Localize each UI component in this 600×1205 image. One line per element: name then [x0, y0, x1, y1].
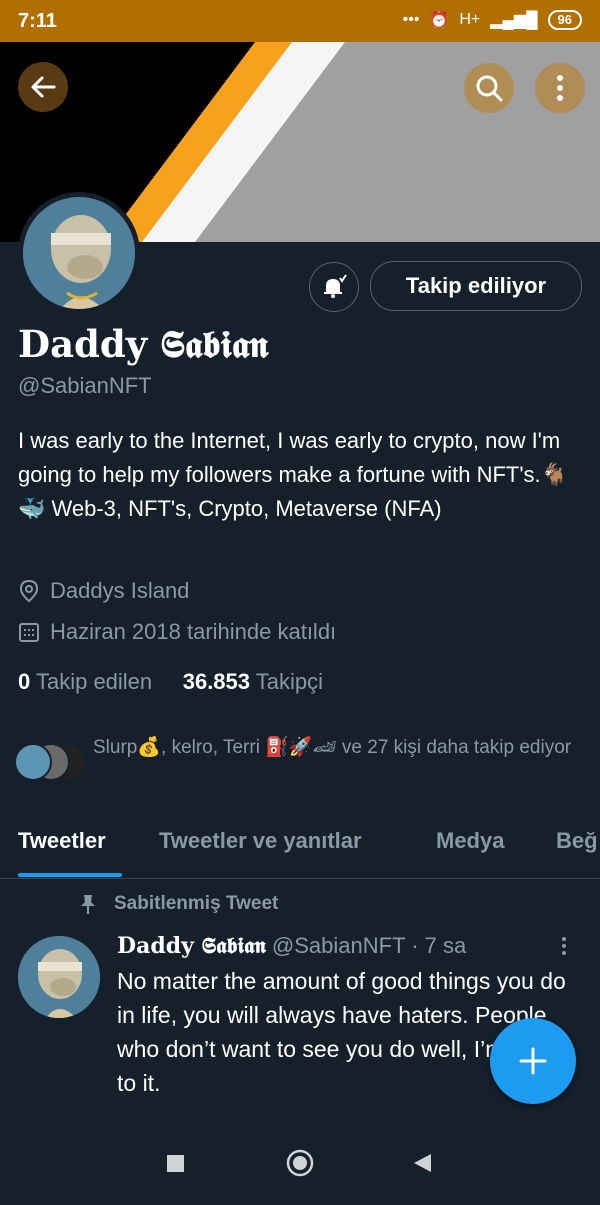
- followers-link[interactable]: 36.853 Takipçi: [183, 669, 323, 694]
- following-label: Takip edilen: [35, 669, 153, 694]
- profile-bio: I was early to the Internet, I was early…: [18, 428, 569, 521]
- following-link[interactable]: 0 Takip edilen: [18, 669, 152, 694]
- followers-count: 36.853: [182, 669, 251, 694]
- profile-location: Daddys Island: [50, 578, 190, 603]
- follow-stats: 0 Takip edilen 36.853 Takipçi: [18, 669, 323, 695]
- profile-display-name: Daddy 𝕾𝖆𝖇𝖎𝖆𝖓: [18, 322, 269, 366]
- profile-handle: @SabianNFT: [18, 373, 152, 398]
- compose-tweet-button[interactable]: [490, 1018, 576, 1104]
- profile-tabs: Tweetler Tweetler ve yanıtlar Medya Beğ: [0, 818, 600, 879]
- tweet-more-button[interactable]: [561, 936, 567, 962]
- tweet-avatar[interactable]: [18, 936, 100, 1018]
- followers-label: Takipçi: [255, 669, 323, 694]
- tab-media[interactable]: Medya: [436, 828, 504, 854]
- location-pin-icon: [19, 579, 39, 603]
- pinned-text: Sabitlenmiş Tweet: [114, 893, 279, 914]
- follower-avatar-1: [14, 743, 52, 781]
- calendar-icon: [19, 623, 39, 642]
- pinned-tweet-label: Sabitlenmiş Tweet: [78, 893, 278, 915]
- nav-square-icon[interactable]: [167, 1155, 184, 1172]
- status-dots: •••: [402, 11, 420, 28]
- alarm-icon: ⏰: [429, 12, 450, 29]
- following-button[interactable]: Takip ediliyor: [370, 261, 582, 311]
- status-icons: ••• ⏰ H+ ▂▄▆█ 96: [403, 10, 582, 30]
- more-vertical-icon: [562, 937, 566, 955]
- network-label: H+: [459, 11, 481, 28]
- more-options-button[interactable]: [535, 63, 585, 113]
- battery-icon: 96: [547, 10, 582, 30]
- profile-joined-date: Haziran 2018 tarihinde katıldı: [50, 619, 337, 644]
- status-bar: 7:11 ••• ⏰ H+ ▂▄▆█ 96: [0, 0, 600, 42]
- notification-bell-button[interactable]: [309, 262, 359, 312]
- ape-avatar-image: [23, 197, 135, 309]
- pin-icon: [81, 895, 95, 914]
- search-icon: [476, 75, 503, 102]
- profile-avatar[interactable]: [18, 192, 140, 314]
- tweet-time: · 7 sa: [411, 933, 467, 958]
- status-time: 7:11: [18, 10, 57, 32]
- tab-tweets[interactable]: Tweetler: [18, 828, 106, 854]
- search-button[interactable]: [464, 63, 514, 113]
- tweet-header: Daddy 𝕾𝖆𝖇𝖎𝖆𝖓 @SabianNFT · 7 sa: [117, 933, 466, 959]
- nav-back-triangle-icon[interactable]: [414, 1154, 431, 1172]
- notification-bell-icon: [324, 274, 347, 298]
- back-arrow-icon: [31, 76, 56, 98]
- ape-avatar-image: [18, 936, 100, 1018]
- android-nav-bar: [0, 1126, 600, 1200]
- active-tab-indicator: [18, 873, 122, 877]
- tweet-author-handle: @SabianNFT: [271, 933, 406, 958]
- back-button[interactable]: [18, 62, 68, 112]
- followed-by-text: Slurp💰, kelro, Terri ⛽🚀🏎 ve 27 kişi daha…: [93, 737, 572, 758]
- location-row: Daddys Island: [18, 578, 189, 604]
- signal-icon: ▂▄▆█: [490, 12, 538, 29]
- joined-row: Haziran 2018 tarihinde katıldı: [18, 619, 336, 645]
- tweet-author-name[interactable]: Daddy 𝕾𝖆𝖇𝖎𝖆𝖓: [117, 933, 266, 959]
- more-vertical-icon: [557, 75, 563, 101]
- nav-buttons-graphic: [167, 1149, 431, 1177]
- tab-tweets-and-replies[interactable]: Tweetler ve yanıtlar: [159, 828, 362, 854]
- following-count: 0: [18, 669, 31, 694]
- tab-likes[interactable]: Beğ: [556, 828, 598, 854]
- plus-icon: [519, 1047, 547, 1075]
